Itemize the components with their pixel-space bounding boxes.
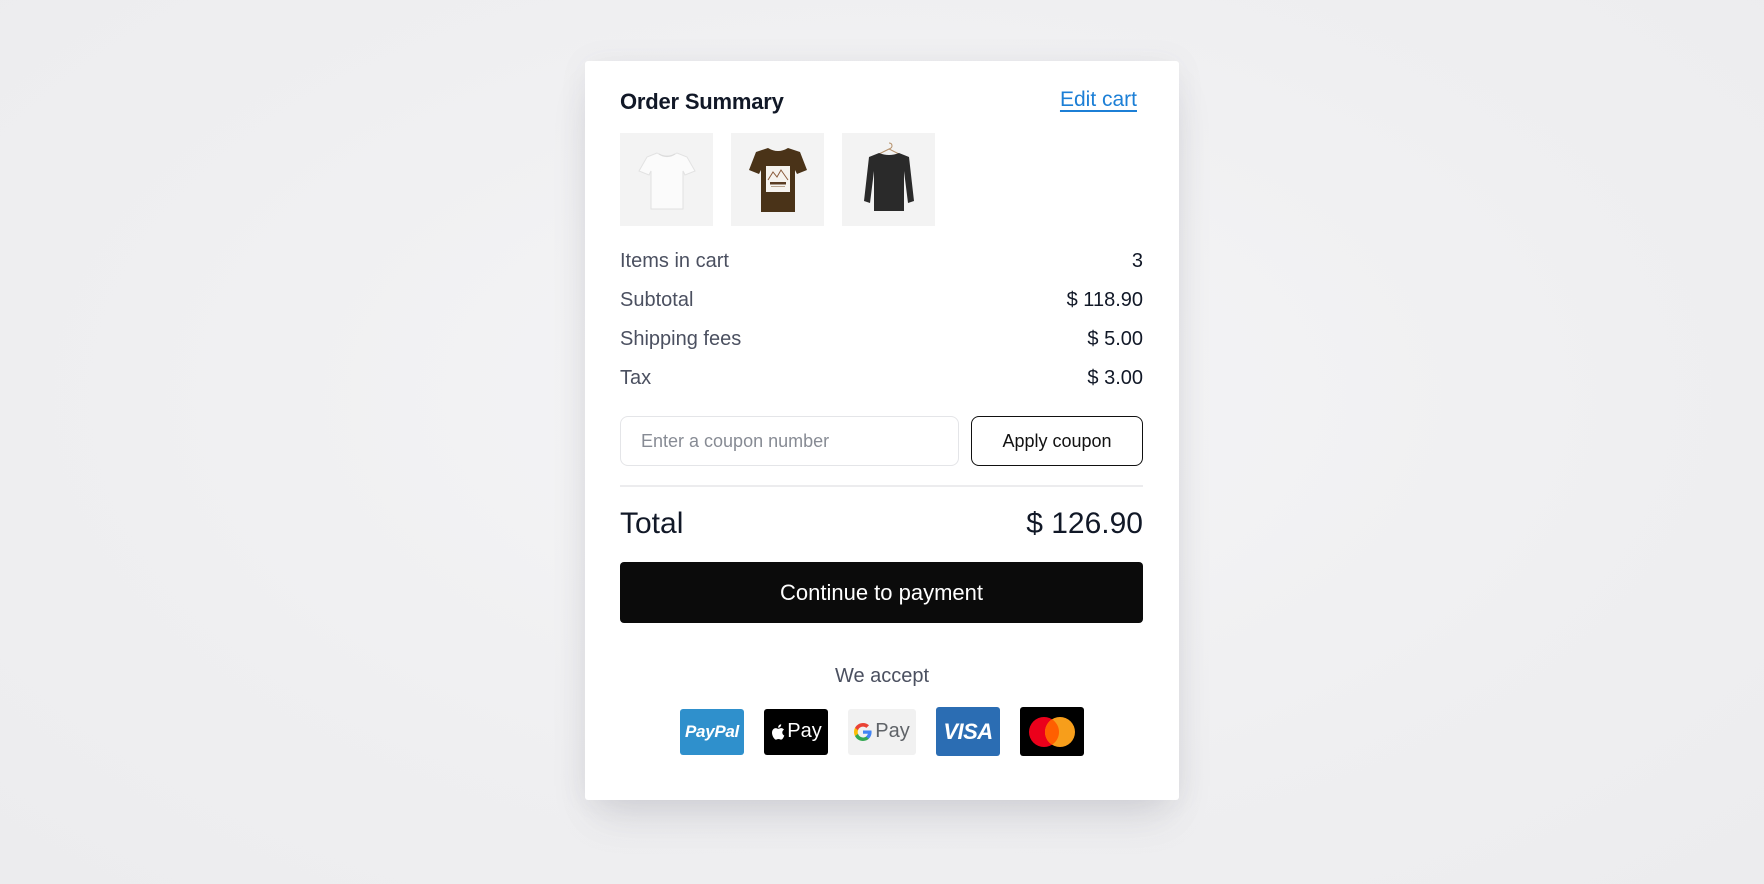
divider — [620, 485, 1143, 487]
coupon-row: Apply coupon — [620, 416, 1143, 466]
google-g-icon — [854, 722, 872, 741]
summary-label: Items in cart — [620, 250, 729, 272]
paypal-label: PayPal — [685, 721, 739, 741]
order-summary-card: Order Summary Edit cart Items in cart 3 … — [585, 61, 1179, 800]
coupon-input[interactable] — [620, 416, 959, 466]
visa-icon: VISA — [936, 707, 1000, 756]
mastercard-circles-icon — [1029, 716, 1075, 747]
summary-label: Subtotal — [620, 289, 694, 311]
brown-graphic-tshirt-icon — [748, 147, 807, 212]
apple-pay-label: Pay — [787, 720, 822, 742]
summary-row-tax: Tax $ 3.00 — [620, 359, 1143, 398]
total-label: Total — [620, 507, 684, 540]
we-accept-heading: We accept — [834, 665, 930, 687]
product-thumbnail-black-sweatshirt[interactable] — [842, 133, 935, 226]
product-thumbnail-brown-tshirt[interactable] — [731, 133, 824, 226]
payment-methods: PayPal Pay Pay VISA — [585, 707, 1179, 756]
product-thumbnail-white-tshirt[interactable] — [620, 133, 713, 226]
white-tshirt-icon — [637, 151, 696, 209]
total-row: Total $ 126.90 — [620, 504, 1143, 544]
google-pay-label: Pay — [875, 720, 910, 742]
card-header: Order Summary Edit cart — [620, 85, 1143, 119]
visa-label: VISA — [943, 718, 993, 744]
page-title: Order Summary — [620, 89, 784, 114]
summary-value: 3 — [1131, 250, 1143, 272]
summary-value: $ 118.90 — [1066, 289, 1143, 311]
summary-label: Tax — [620, 367, 652, 389]
summary-row-shipping: Shipping fees $ 5.00 — [620, 320, 1143, 359]
summary-row-items: Items in cart 3 — [620, 242, 1143, 281]
edit-cart-link[interactable]: Edit cart — [1060, 88, 1137, 112]
summary-value: $ 5.00 — [1087, 328, 1143, 350]
cart-thumbnails — [620, 133, 935, 226]
continue-to-payment-button[interactable]: Continue to payment — [620, 562, 1143, 623]
black-sweatshirt-icon — [863, 142, 914, 211]
apple-logo-icon — [772, 723, 785, 740]
apple-pay-icon: Pay — [764, 708, 828, 755]
apply-coupon-button[interactable]: Apply coupon — [971, 416, 1143, 466]
total-value: $ 126.90 — [1026, 507, 1143, 540]
google-pay-icon: Pay — [848, 708, 916, 755]
paypal-icon: PayPal — [680, 708, 744, 755]
summary-value: $ 3.00 — [1087, 367, 1143, 389]
summary-row-subtotal: Subtotal $ 118.90 — [620, 281, 1143, 320]
summary-rows: Items in cart 3 Subtotal $ 118.90 Shippi… — [620, 242, 1143, 398]
mastercard-icon — [1020, 707, 1084, 756]
summary-label: Shipping fees — [620, 328, 742, 350]
